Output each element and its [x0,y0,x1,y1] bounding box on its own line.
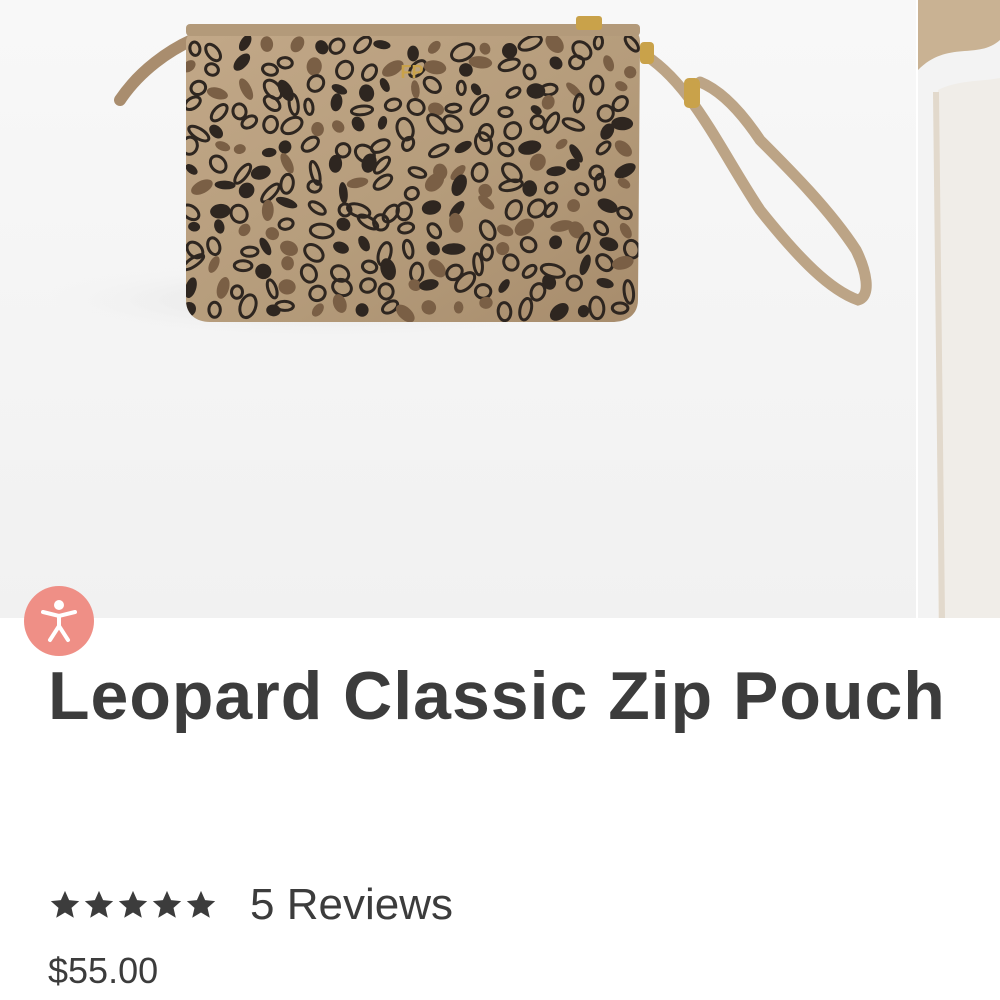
next-image-thumbnail [918,0,1000,618]
star-icon [84,890,114,918]
product-image[interactable]: FP [0,0,916,618]
product-title: Leopard Classic Zip Pouch [48,658,946,734]
star-icon [186,890,216,918]
product-rating[interactable]: 5 Reviews [48,880,453,930]
product-image-gallery[interactable]: FP [0,0,1000,618]
svg-text:FP: FP [400,62,423,82]
star-icon [118,890,148,918]
leopard-pouch-photo: FP [0,0,916,618]
star-rating[interactable] [48,888,218,922]
product-price: $55.00 [48,950,159,991]
accessibility-person-icon [41,600,77,642]
reviews-link[interactable]: 5 Reviews [250,880,453,930]
star-icon [50,890,80,918]
star-icon [152,890,182,918]
next-product-image-peek[interactable] [918,0,1000,618]
accessibility-button[interactable] [24,586,94,656]
